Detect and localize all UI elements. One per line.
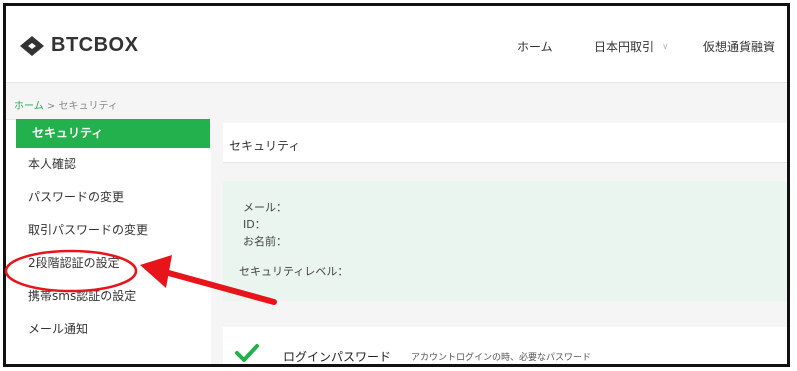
sidebar-item-sms[interactable]: 携帯sms認証の設定 [16, 280, 210, 313]
check-icon [235, 344, 259, 362]
nav-jpy-trading[interactable]: 日本円取引 ∨ [594, 38, 669, 55]
breadcrumb-separator: > [43, 101, 59, 112]
logo-text: BTCBOX [51, 34, 139, 56]
chevron-down-icon: ∨ [662, 41, 669, 52]
sidebar-item-security[interactable]: セキュリティ [16, 119, 210, 148]
sidebar: セキュリティ 本人確認 パスワードの変更 取引パスワードの変更 2段階認証の設定… [16, 119, 210, 346]
sidebar-item-identity[interactable]: 本人確認 [16, 148, 210, 181]
logo[interactable]: BTCBOX [19, 34, 138, 57]
login-password-desc: アカウントログインの時、必要なパスワード [411, 353, 592, 363]
info-name: お名前： [243, 235, 287, 248]
info-security-level: セキュリティレベル： [239, 265, 349, 278]
nav-jpy-trading-label: 日本円取引 [594, 40, 655, 54]
breadcrumb-home-link[interactable]: ホーム [14, 101, 44, 112]
breadcrumb-bar: ホーム > セキュリティ [6, 83, 787, 120]
sidebar-item-password[interactable]: パスワードの変更 [16, 181, 210, 214]
sidebar-item-trade-password[interactable]: 取引パスワードの変更 [16, 214, 210, 247]
site-header: BTCBOX ホーム 日本円取引 ∨ 仮想通貨融資 [6, 6, 787, 83]
page-title: セキュリティ [223, 123, 787, 163]
account-info-box: メール： ID： お名前： セキュリティレベル： [223, 181, 787, 301]
sidebar-item-email-notify[interactable]: メール通知 [16, 313, 210, 346]
browser-frame: BTCBOX ホーム 日本円取引 ∨ 仮想通貨融資 ホーム > セキュリティ セ… [3, 3, 790, 367]
login-password-title: ログインパスワード [283, 350, 392, 364]
info-id: ID： [243, 218, 266, 231]
nav-crypto-lending[interactable]: 仮想通貨融資 [703, 38, 775, 55]
main-content: セキュリティ メール： ID： お名前： セキュリティレベル： ログインパスワー… [211, 119, 787, 364]
diamond-logo-icon [20, 35, 44, 56]
login-password-row: ログインパスワード アカウントログインの時、必要なパスワード [223, 327, 787, 364]
sidebar-item-2fa[interactable]: 2段階認証の設定 [16, 247, 210, 280]
breadcrumb: ホーム > セキュリティ [14, 97, 118, 112]
nav-home[interactable]: ホーム [517, 38, 553, 55]
breadcrumb-current: セキュリティ [58, 101, 118, 112]
info-mail: メール： [243, 201, 287, 214]
